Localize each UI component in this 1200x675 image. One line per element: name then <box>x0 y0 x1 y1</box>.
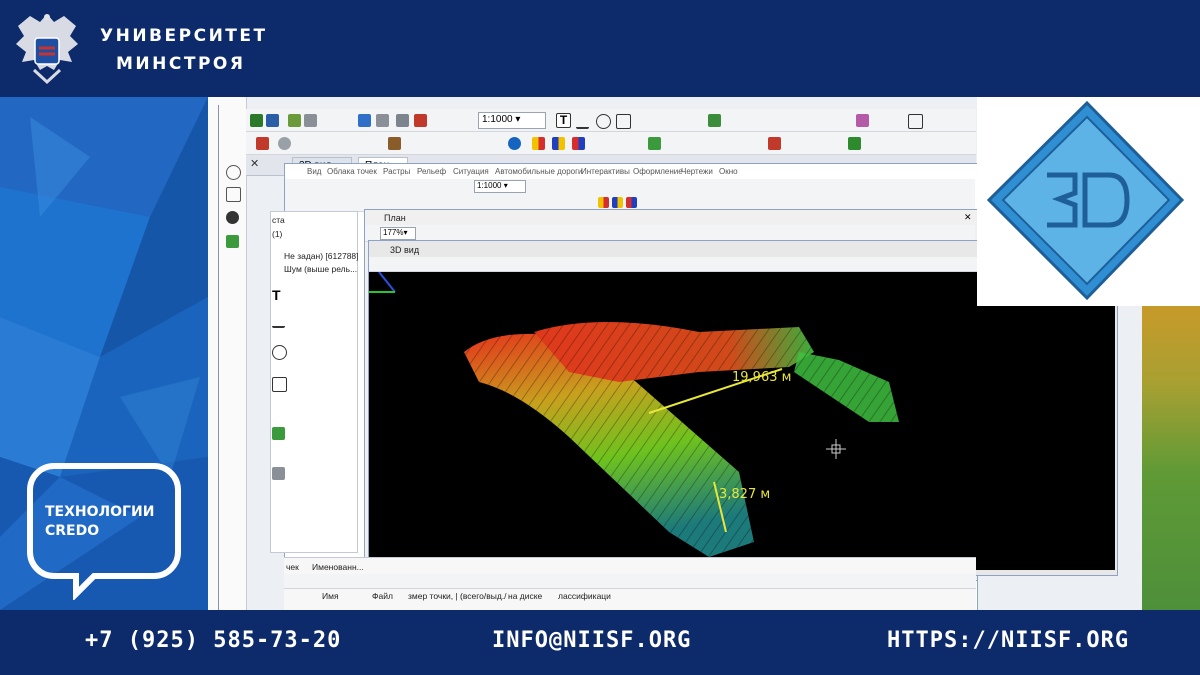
menu-roads[interactable]: Автомобильные дороги <box>495 167 583 176</box>
palette-icon[interactable] <box>856 114 869 127</box>
node-icon[interactable] <box>226 211 239 224</box>
relief-icon[interactable] <box>708 114 721 127</box>
symbol-tool-icon[interactable] <box>272 467 285 480</box>
scale-select[interactable]: 1:1000 ▾ <box>478 112 546 129</box>
menu-situation[interactable]: Ситуация <box>453 167 489 176</box>
menu-point-clouds[interactable]: Облака точек <box>327 167 377 176</box>
credo-label: ТЕХНОЛОГИИ CREDO <box>45 503 154 541</box>
flag-small-3-icon[interactable] <box>626 197 637 208</box>
axis-indicator <box>378 271 396 293</box>
xml-export-icon[interactable] <box>250 114 263 127</box>
plan-close-icon[interactable]: ✕ <box>964 212 972 223</box>
inner-menubar: Вид Облака точек Растры Рельеф Ситуация … <box>285 167 975 179</box>
terrain-map-strip <box>1142 306 1200 610</box>
close-icon[interactable]: ✕ <box>250 157 259 170</box>
line-tool-2-icon[interactable] <box>272 313 285 328</box>
window-icon[interactable] <box>908 114 923 129</box>
col-classification[interactable]: лассификаци <box>558 591 611 601</box>
org-line-2: МИНСТРОЯ <box>116 54 246 74</box>
zoom-select[interactable]: 177%▾ <box>380 227 416 240</box>
menu-view[interactable]: Вид <box>307 167 321 176</box>
dxf-export-icon[interactable] <box>266 114 279 127</box>
col-file[interactable]: Файл <box>372 591 393 601</box>
col-name[interactable]: Имя <box>322 591 339 601</box>
menu-design[interactable]: Оформление <box>633 167 683 176</box>
zoom-value: 177% <box>383 228 404 237</box>
col-total[interactable]: (всего/выд./ <box>460 591 507 601</box>
flag-blue-yellow-icon[interactable] <box>552 137 565 150</box>
cloud-icon[interactable] <box>278 137 291 150</box>
scale-select-value: 1:1000 <box>482 114 513 125</box>
text-tool-icon[interactable]: T <box>556 113 571 128</box>
credo-line-1: ТЕХНОЛОГИИ <box>45 504 155 520</box>
col-point-size[interactable]: змер точки, | : <box>408 591 462 601</box>
point-icon[interactable] <box>508 137 521 150</box>
inner-toolbar-1 <box>285 179 975 196</box>
col-on-disk[interactable]: на диске <box>508 591 542 601</box>
bottom-toolbar <box>284 574 976 589</box>
bottom-tab-2[interactable]: Именованн... <box>312 562 364 572</box>
rect-tool-icon[interactable] <box>616 114 631 129</box>
undo-icon[interactable] <box>358 114 371 127</box>
plan-window-title: План <box>384 213 406 223</box>
redo-icon[interactable] <box>376 114 389 127</box>
cut-icon[interactable] <box>396 114 409 127</box>
layer-line-1[interactable]: (1) <box>272 229 282 239</box>
measure-label-long: 19,963 м <box>732 370 792 385</box>
layer-panel-header: ста <box>272 215 285 225</box>
terrain-icon[interactable] <box>388 137 401 150</box>
layer-line-2[interactable]: Не задан) [612788] <box>284 251 359 261</box>
3d-diamond-logo-icon <box>986 100 1185 301</box>
line-tool-icon[interactable] <box>576 114 589 129</box>
flag-small-2-icon[interactable] <box>612 197 623 208</box>
header-bar: УНИВЕРСИТЕТ МИНСТРОЯ <box>0 0 1200 97</box>
org-line-1: УНИВЕРСИТЕТ <box>100 26 268 46</box>
university-title: УНИВЕРСИТЕТ МИНСТРОЯ <box>100 22 268 78</box>
copy-icon[interactable] <box>304 114 317 127</box>
menu-rasters[interactable]: Растры <box>383 167 410 176</box>
drawing-tools-column: T <box>270 287 287 547</box>
text-tool-2-icon[interactable]: T <box>272 287 285 303</box>
menu-window[interactable]: Окно <box>719 167 738 176</box>
point-cloud-render <box>369 271 899 557</box>
grid-icon[interactable] <box>226 187 241 202</box>
layer-line-3[interactable]: Шум (выше рель... <box>284 264 357 274</box>
flag-red-blue-icon[interactable] <box>572 137 585 150</box>
rect-tool-2-icon[interactable] <box>272 377 287 392</box>
tree-icon[interactable] <box>226 235 239 248</box>
flag-yellow-red-icon[interactable] <box>532 137 545 150</box>
point-cloud-viewport[interactable]: 19,963 м 3,827 м <box>369 271 1115 570</box>
tree-tool-icon[interactable] <box>272 427 285 440</box>
strip-divider <box>218 105 247 610</box>
menu-interactives[interactable]: Интерактивы <box>581 167 630 176</box>
menu-relief[interactable]: Рельеф <box>417 167 446 176</box>
cloud-red-icon[interactable] <box>256 137 269 150</box>
double-headed-eagle-emblem-icon <box>16 14 78 85</box>
phone-link[interactable]: +7 (925) 585-73-20 <box>85 628 341 653</box>
cloud-outline-icon[interactable] <box>226 165 241 180</box>
pen-icon[interactable] <box>848 137 861 150</box>
circle-tool-2-icon[interactable] <box>272 345 287 360</box>
inner-scale-select[interactable]: 1:1000 ▾ <box>474 180 526 193</box>
circle-tool-icon[interactable] <box>596 114 611 129</box>
green-square-icon[interactable] <box>648 137 661 150</box>
inner-scale-value: 1:1000 <box>477 181 502 190</box>
credo-line-2: CREDO <box>45 523 100 539</box>
website-link[interactable]: HTTPS://NIISF.ORG <box>887 628 1129 653</box>
crosshair-cursor-icon <box>826 439 846 459</box>
delete-icon[interactable] <box>414 114 427 127</box>
road-tool-icon[interactable] <box>768 137 781 150</box>
main-toolbar-2 <box>246 132 976 155</box>
flag-small-1-icon[interactable] <box>598 197 609 208</box>
import-icon[interactable] <box>288 114 301 127</box>
view3d-title: 3D вид <box>390 245 420 255</box>
bottom-tab-1[interactable]: чек <box>286 562 299 572</box>
logo-3d-panel <box>977 97 1200 306</box>
measure-label-short: 3,827 м <box>719 487 771 502</box>
email-link[interactable]: INFO@NIISF.ORG <box>492 628 691 653</box>
menu-drawings[interactable]: Чертежи <box>681 167 713 176</box>
table-header-row: Имя Файл змер точки, | : (всего/выд./ на… <box>284 591 976 603</box>
